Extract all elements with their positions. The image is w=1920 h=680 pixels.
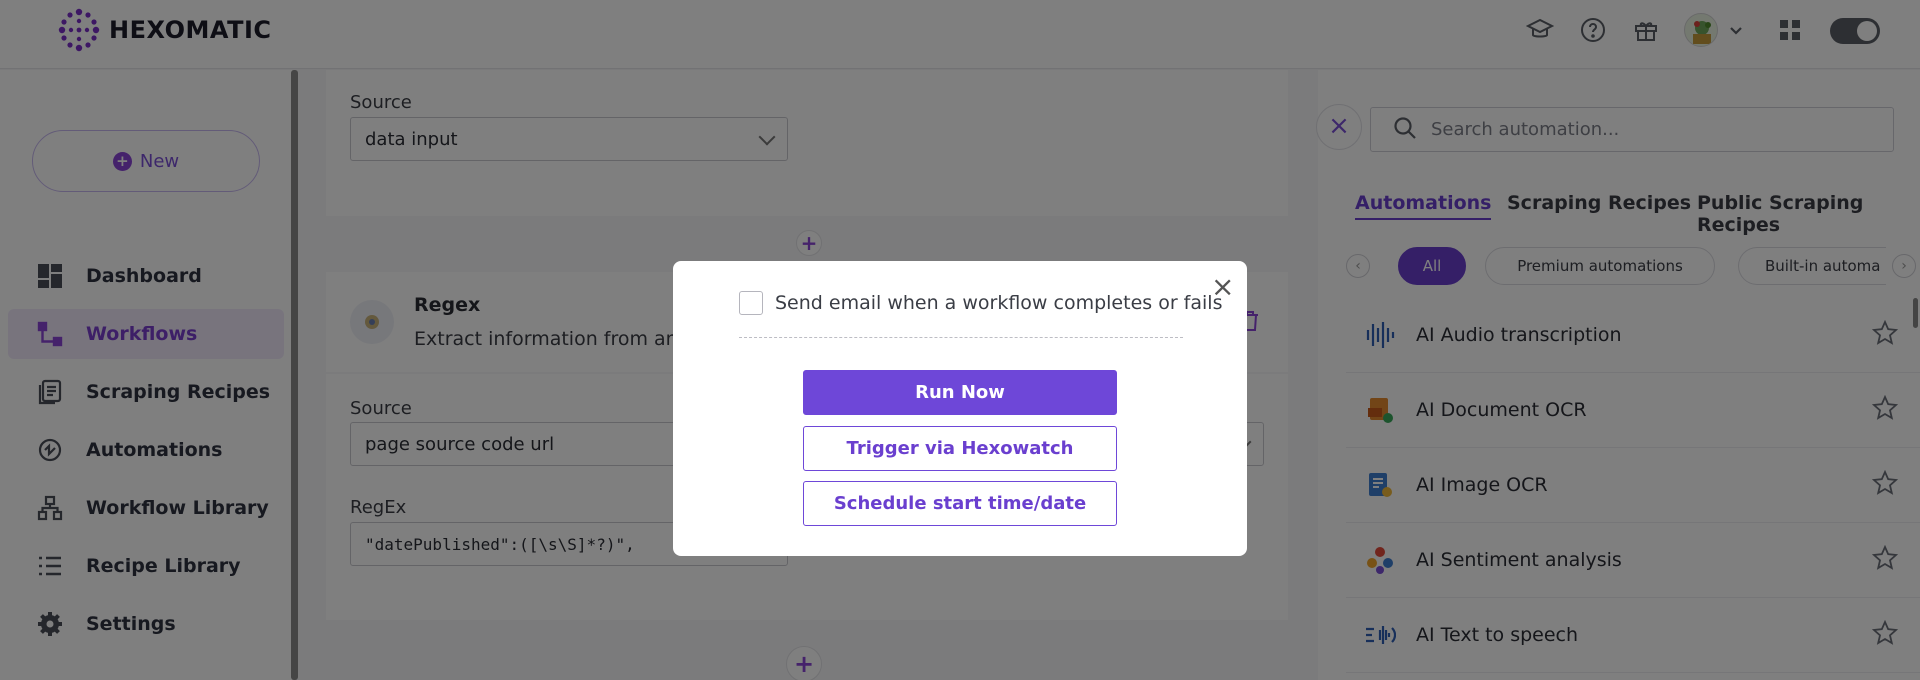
- run-now-button[interactable]: Run Now: [803, 370, 1117, 415]
- divider: [739, 337, 1183, 338]
- email-notification-label[interactable]: Send email when a workflow completes or …: [775, 292, 1222, 314]
- email-notification-row: Send email when a workflow completes or …: [739, 291, 1222, 315]
- schedule-start-button[interactable]: Schedule start time/date: [803, 481, 1117, 526]
- trigger-via-hexowatch-button[interactable]: Trigger via Hexowatch: [803, 426, 1117, 471]
- email-notification-checkbox[interactable]: [739, 291, 763, 315]
- run-workflow-modal: × Send email when a workflow completes o…: [673, 261, 1247, 556]
